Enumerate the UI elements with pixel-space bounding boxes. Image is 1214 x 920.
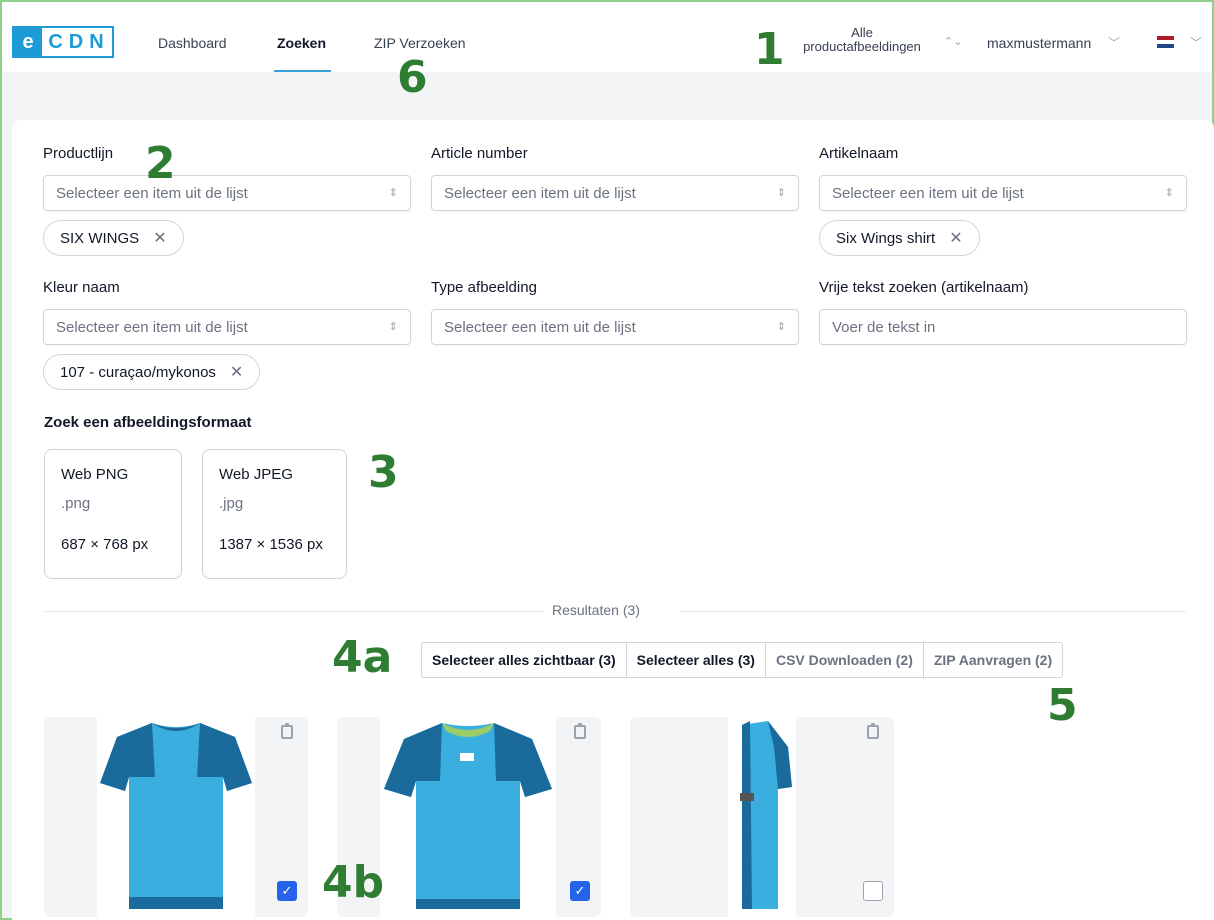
result-card[interactable] bbox=[630, 717, 894, 917]
asset-type-select[interactable]: Alle productafbeeldingen bbox=[782, 26, 942, 54]
annotation-5: 5 bbox=[1047, 680, 1078, 731]
kleur-naam-select[interactable]: Selecteer een item uit de lijst ⇕ bbox=[43, 309, 411, 345]
updown-chevron-icon: ⇕ bbox=[776, 187, 786, 199]
nav-zoeken[interactable]: Zoeken bbox=[277, 35, 326, 51]
format-card-web-jpeg[interactable]: Web JPEG .jpg 1387 × 1536 px bbox=[202, 449, 347, 579]
shirt-side-image bbox=[740, 721, 792, 909]
annotation-4b: 4b bbox=[322, 857, 385, 908]
asset-type-value: Alle productafbeeldingen bbox=[803, 25, 921, 54]
clipboard-icon[interactable] bbox=[281, 723, 293, 739]
annotation-1: 1 bbox=[754, 24, 785, 75]
product-image[interactable] bbox=[728, 717, 796, 917]
format-dimensions: 1387 × 1536 px bbox=[219, 536, 323, 553]
select-all-button[interactable]: Selecteer alles (3) bbox=[627, 643, 766, 677]
nav-zip-verzoeken[interactable]: ZIP Verzoeken bbox=[374, 35, 466, 51]
kleur-naam-label: Kleur naam bbox=[43, 279, 120, 296]
close-icon[interactable]: ✕ bbox=[230, 362, 243, 382]
chevron-down-icon: ﹀ bbox=[1108, 36, 1121, 50]
search-panel: Productlijn Selecteer een item uit de li… bbox=[12, 120, 1214, 920]
nav-dashboard[interactable]: Dashboard bbox=[158, 35, 227, 51]
annotation-3: 3 bbox=[368, 447, 399, 498]
vrije-tekst-input[interactable]: Voer de tekst in bbox=[819, 309, 1187, 345]
chip-label: Six Wings shirt bbox=[836, 229, 936, 247]
select-checkbox[interactable] bbox=[863, 881, 883, 901]
artikelnaam-chip: Six Wings shirt ✕ bbox=[819, 220, 980, 256]
results-count: Resultaten (3) bbox=[552, 602, 640, 618]
results-actions: Selecteer alles zichtbaar (3) Selecteer … bbox=[421, 642, 1064, 678]
chip-label: 107 - curaçao/mykonos bbox=[60, 363, 216, 381]
type-afbeelding-label: Type afbeelding bbox=[431, 279, 537, 296]
vrije-tekst-label: Vrije tekst zoeken (artikelnaam) bbox=[819, 279, 1029, 296]
productlijn-chip: SIX WINGS ✕ bbox=[43, 220, 184, 256]
csv-download-button[interactable]: CSV Downloaden (2) bbox=[766, 643, 924, 677]
format-card-web-png[interactable]: Web PNG .png 687 × 768 px bbox=[44, 449, 182, 579]
results-divider-left bbox=[44, 611, 544, 612]
select-checkbox[interactable]: ✓ bbox=[570, 881, 590, 901]
product-image[interactable] bbox=[380, 717, 556, 917]
updown-chevron-icon: ⇕ bbox=[388, 187, 398, 199]
type-afbeelding-placeholder: Selecteer een item uit de lijst bbox=[444, 319, 636, 336]
close-icon[interactable]: ✕ bbox=[153, 228, 166, 248]
clipboard-icon[interactable] bbox=[574, 723, 586, 739]
updown-chevron-icon: ⇕ bbox=[1164, 187, 1174, 199]
close-icon[interactable]: ✕ bbox=[949, 228, 962, 248]
product-image[interactable] bbox=[97, 717, 255, 917]
logo-cdn: CDN bbox=[48, 30, 110, 53]
productlijn-select[interactable]: Selecteer een item uit de lijst ⇕ bbox=[43, 175, 411, 211]
chip-label: SIX WINGS bbox=[60, 229, 140, 247]
format-section-title: Zoek een afbeeldingsformaat bbox=[44, 414, 252, 431]
artikelnaam-select[interactable]: Selecteer een item uit de lijst ⇕ bbox=[819, 175, 1187, 211]
result-card[interactable]: ✓ bbox=[44, 717, 308, 917]
active-tab-indicator bbox=[274, 70, 331, 72]
chevron-down-icon: ﹀ bbox=[1190, 36, 1203, 50]
zip-request-button[interactable]: ZIP Aanvragen (2) bbox=[924, 643, 1062, 677]
productlijn-label: Productlijn bbox=[43, 145, 114, 162]
format-extension: .png bbox=[61, 495, 91, 512]
article-number-label: Article number bbox=[431, 145, 528, 162]
netherlands-flag-icon[interactable] bbox=[1157, 36, 1174, 48]
format-name: Web PNG bbox=[61, 466, 129, 483]
updown-chevron-icon: ⇕ bbox=[388, 321, 398, 333]
user-menu[interactable]: maxmustermann bbox=[987, 35, 1091, 51]
kleur-naam-placeholder: Selecteer een item uit de lijst bbox=[56, 319, 248, 336]
vrije-tekst-placeholder: Voer de tekst in bbox=[832, 319, 936, 336]
logo-e: e bbox=[14, 28, 42, 56]
clipboard-icon[interactable] bbox=[867, 723, 879, 739]
ecdn-logo[interactable]: e CDN bbox=[12, 26, 114, 58]
format-name: Web JPEG bbox=[219, 466, 293, 483]
updown-chevron-icon: ⇕ bbox=[776, 321, 786, 333]
article-number-placeholder: Selecteer een item uit de lijst bbox=[444, 185, 636, 202]
artikelnaam-placeholder: Selecteer een item uit de lijst bbox=[832, 185, 1024, 202]
annotation-4a: 4a bbox=[332, 632, 393, 683]
format-extension: .jpg bbox=[219, 495, 244, 512]
results-divider-right bbox=[680, 611, 1186, 612]
kleur-naam-chip: 107 - curaçao/mykonos ✕ bbox=[43, 354, 261, 390]
annotation-2: 2 bbox=[145, 138, 176, 189]
shirt-front-image bbox=[100, 723, 252, 909]
select-visible-button[interactable]: Selecteer alles zichtbaar (3) bbox=[422, 643, 627, 677]
select-checkbox[interactable]: ✓ bbox=[277, 881, 297, 901]
annotation-6: 6 bbox=[397, 52, 428, 103]
type-afbeelding-select[interactable]: Selecteer een item uit de lijst ⇕ bbox=[431, 309, 799, 345]
artikelnaam-label: Artikelnaam bbox=[819, 145, 899, 162]
shirt-front-logo-image bbox=[384, 723, 552, 909]
updown-chevron-icon: ⌃⌄ bbox=[944, 36, 963, 48]
top-navigation: e CDN Dashboard Zoeken ZIP Verzoeken All… bbox=[2, 2, 1212, 72]
article-number-select[interactable]: Selecteer een item uit de lijst ⇕ bbox=[431, 175, 799, 211]
format-dimensions: 687 × 768 px bbox=[61, 536, 149, 553]
